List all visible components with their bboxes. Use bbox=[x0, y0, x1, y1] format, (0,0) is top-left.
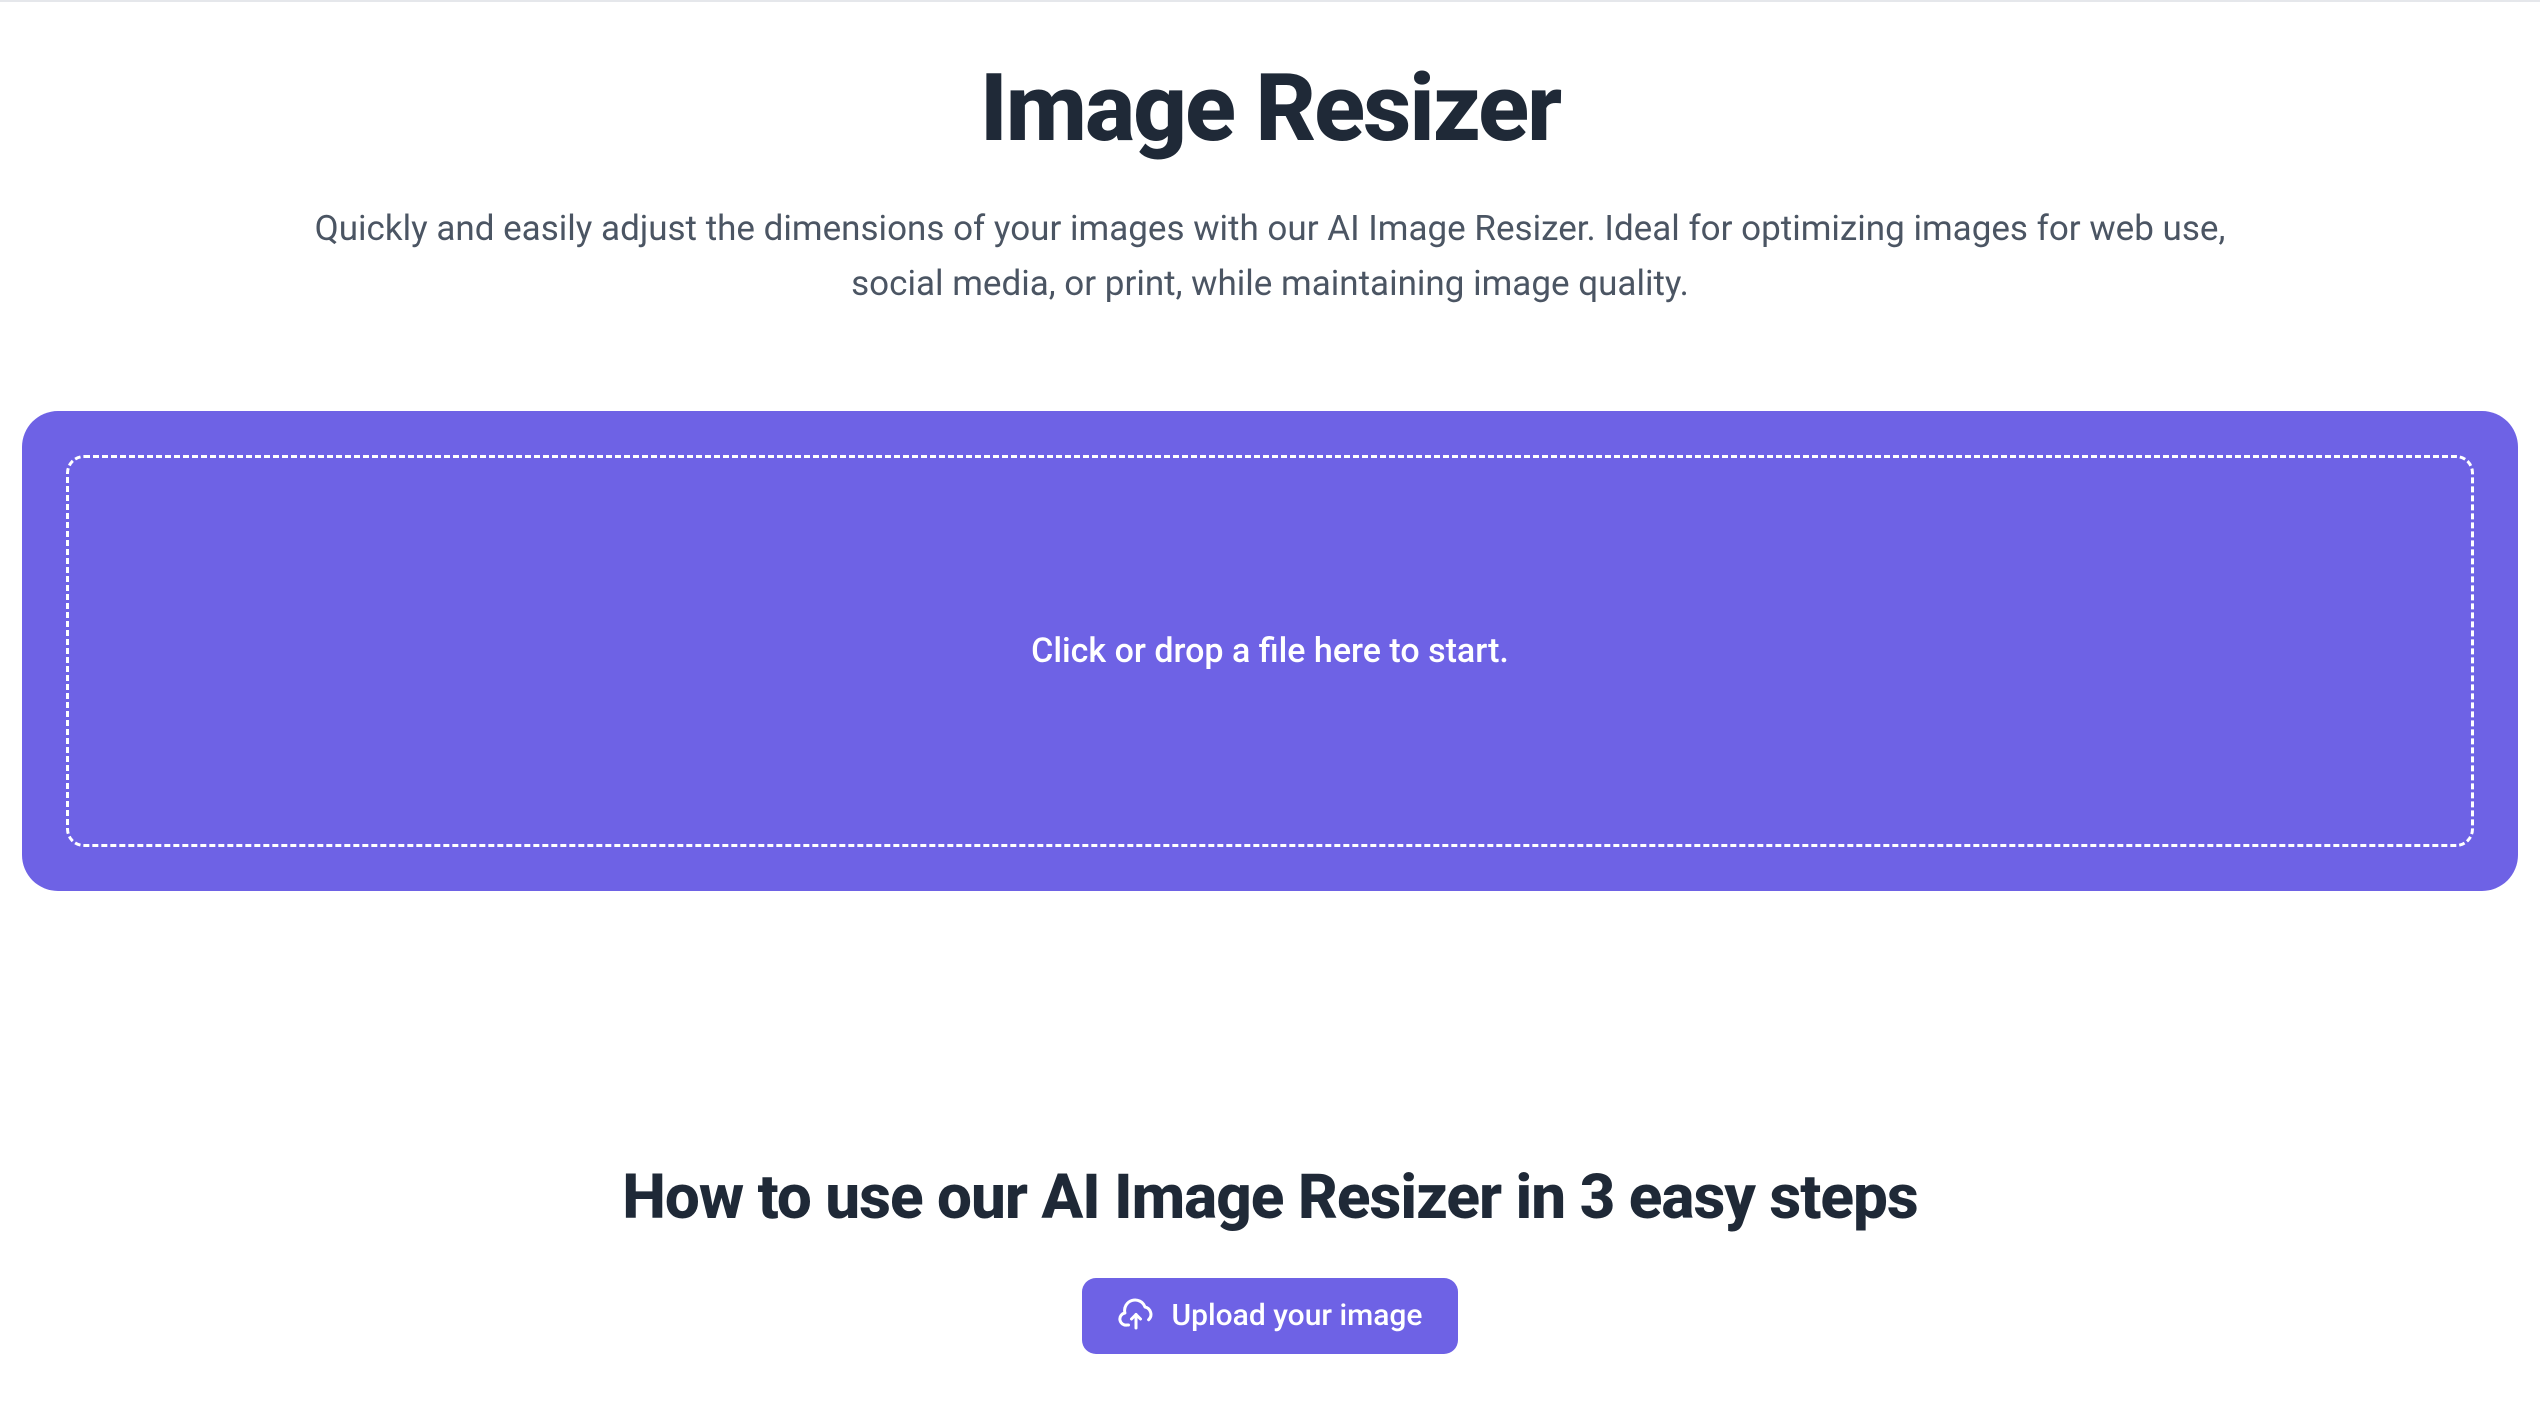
cloud-upload-icon bbox=[1118, 1298, 1154, 1334]
upload-button[interactable]: Upload your image bbox=[1082, 1278, 1459, 1354]
hero-section: Image Resizer Quickly and easily adjust … bbox=[22, 2, 2518, 311]
dropzone-inner: Click or drop a file here to start. bbox=[66, 455, 2474, 847]
howto-title: How to use our AI Image Resizer in 3 eas… bbox=[22, 1161, 2518, 1234]
page-title: Image Resizer bbox=[22, 57, 2518, 160]
file-dropzone[interactable]: Click or drop a file here to start. bbox=[22, 411, 2518, 891]
howto-section: How to use our AI Image Resizer in 3 eas… bbox=[22, 1161, 2518, 1354]
upload-button-label: Upload your image bbox=[1172, 1298, 1423, 1333]
dropzone-prompt: Click or drop a file here to start. bbox=[1031, 631, 1509, 671]
page-subtitle: Quickly and easily adjust the dimensions… bbox=[270, 202, 2270, 311]
